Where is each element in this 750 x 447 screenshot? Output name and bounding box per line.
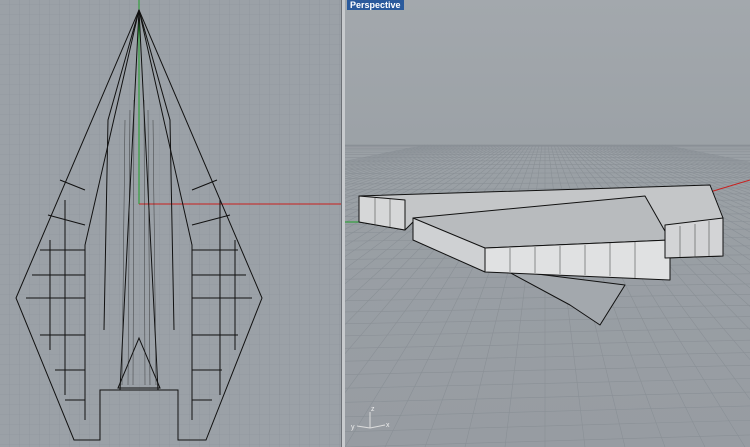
gizmo-x-label: x — [386, 422, 390, 429]
top-view-canvas — [0, 0, 341, 447]
perspective-viewport[interactable]: z x y Perspective — [345, 0, 750, 447]
viewport-title[interactable]: Perspective — [347, 0, 404, 10]
grid — [0, 0, 341, 447]
gizmo-y-label: y — [351, 424, 355, 431]
gizmo-z-label: z — [371, 406, 375, 413]
x-axis-line — [709, 179, 750, 193]
perspective-canvas: z x y — [345, 144, 750, 447]
top-viewport[interactable] — [0, 0, 341, 447]
